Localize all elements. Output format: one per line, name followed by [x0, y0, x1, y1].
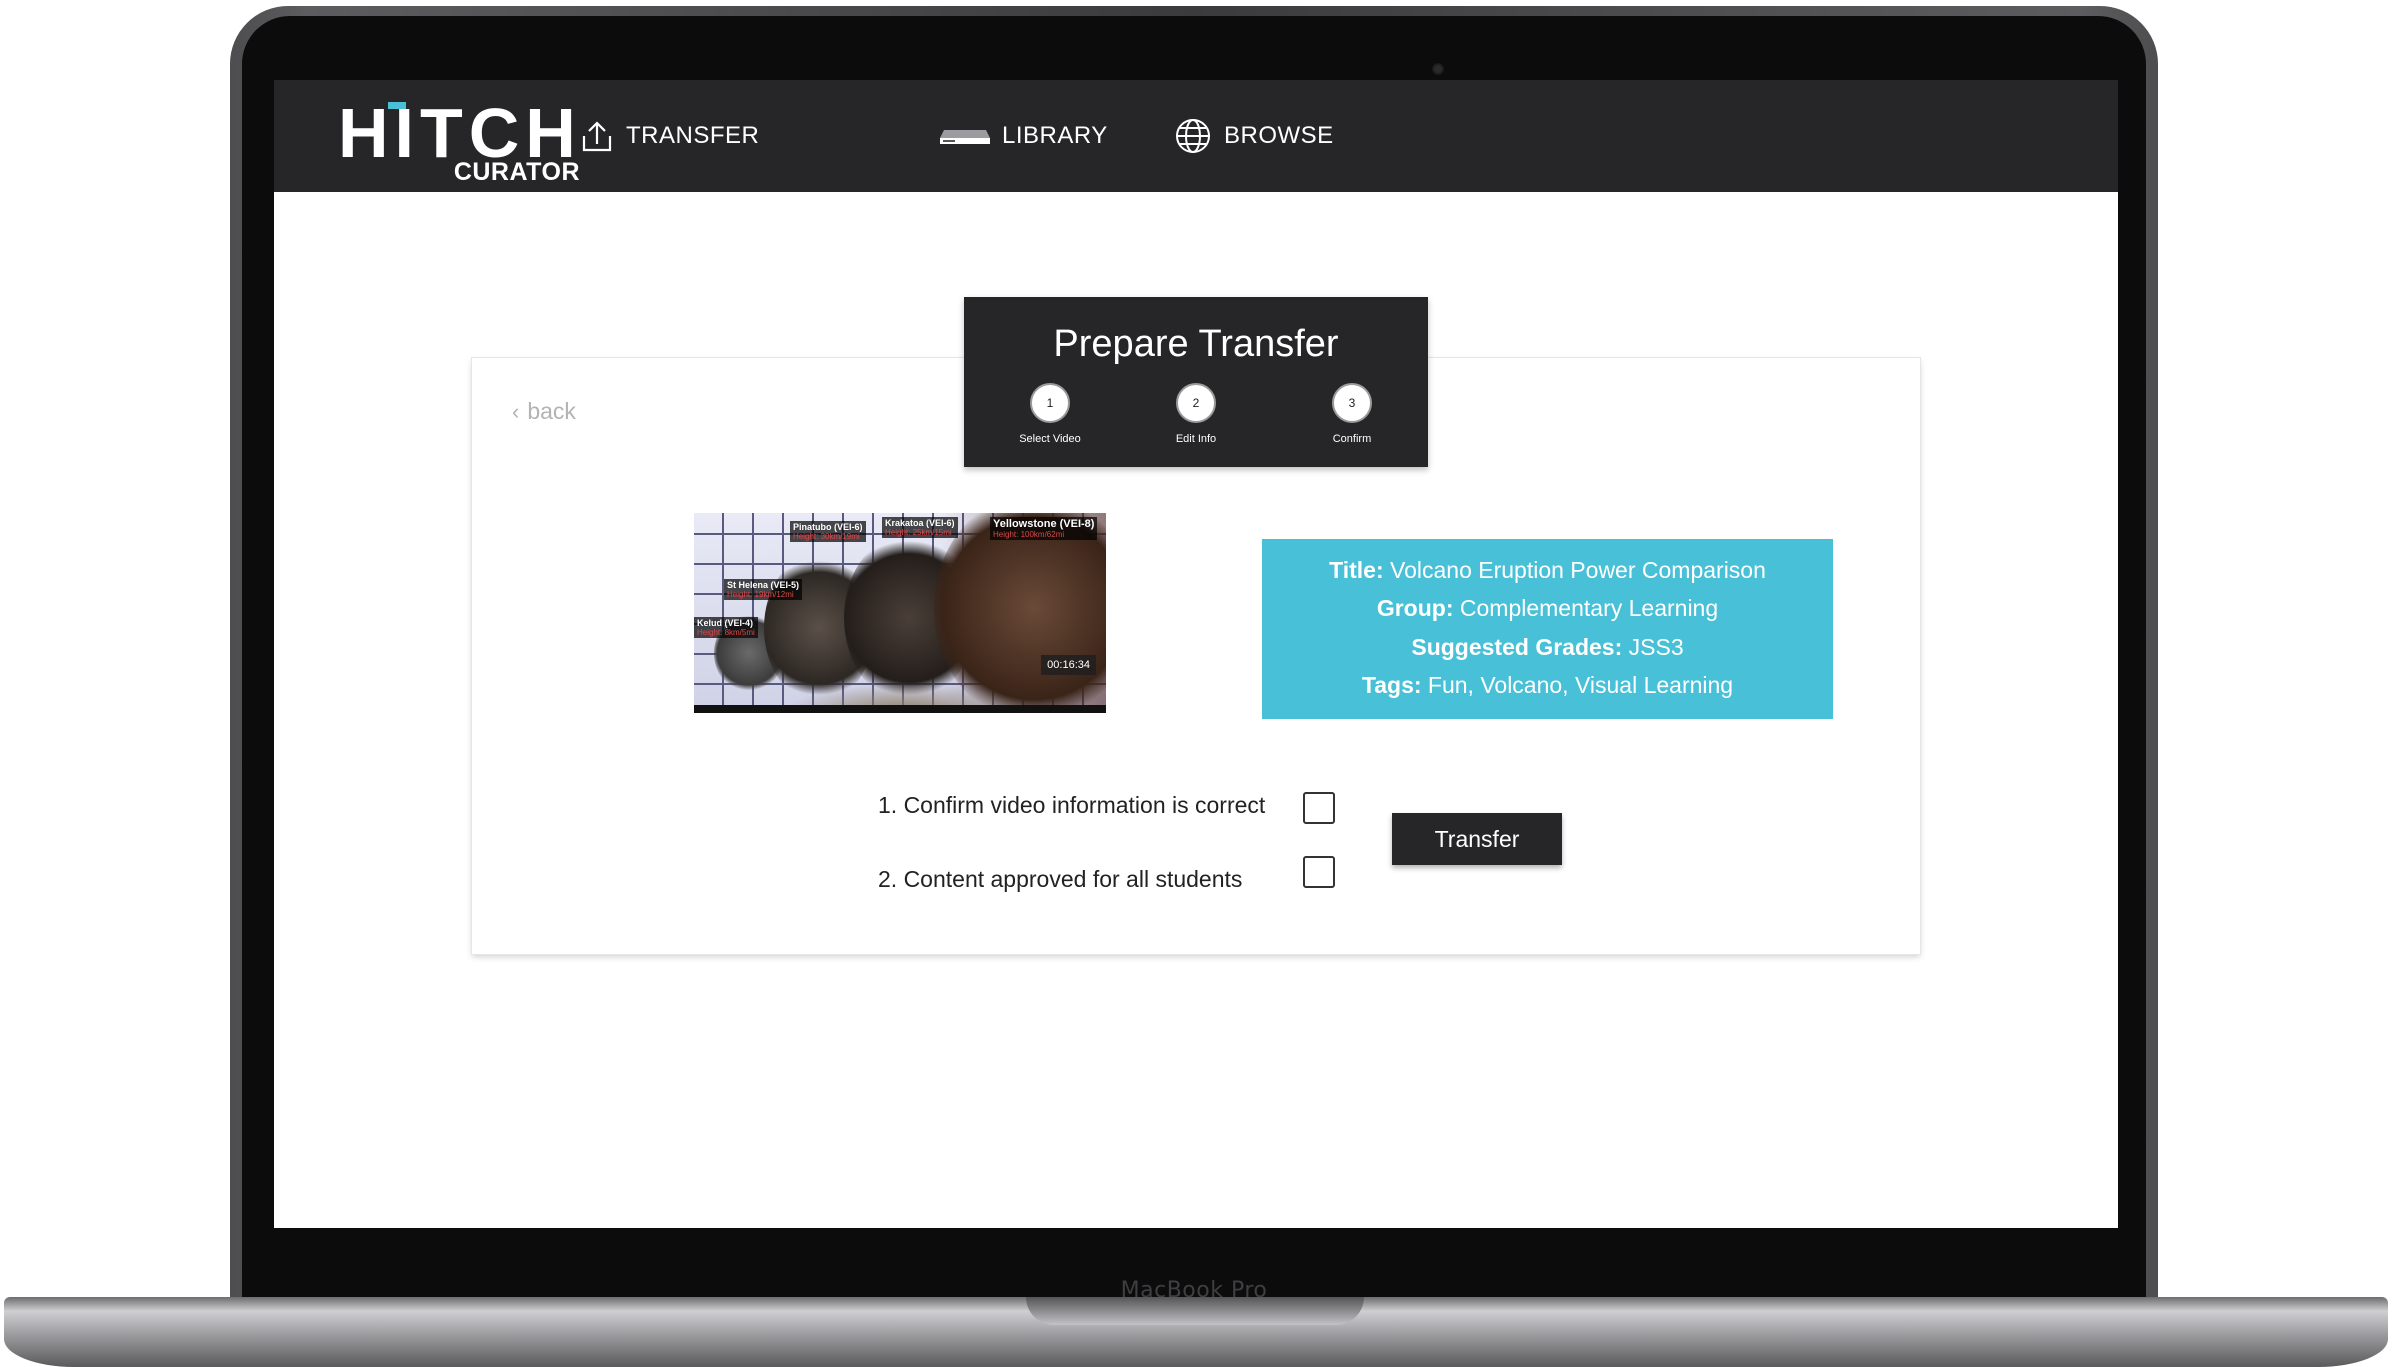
upload-icon: [582, 121, 612, 152]
ash-plume: [934, 513, 1106, 713]
nav-transfer[interactable]: TRANSFER: [580, 116, 759, 156]
step-label: Confirm: [1332, 433, 1372, 445]
content-approved-row: 2. Content approved for all students: [878, 866, 1242, 893]
step-number: 3: [1332, 383, 1372, 423]
content-approved-label: 2. Content approved for all students: [878, 866, 1243, 892]
hitch-curator-logo[interactable]: HITCH CURATOR: [338, 98, 598, 186]
step-edit-info[interactable]: 2 Edit Info: [1136, 383, 1256, 445]
logo-accent-mark: [388, 102, 406, 109]
content-approved-checkbox[interactable]: [1303, 856, 1335, 888]
prepare-transfer-header: Prepare Transfer 1 Select Video 2 Edit I…: [964, 297, 1428, 467]
step-confirm[interactable]: 3 Confirm: [1292, 383, 1412, 445]
video-info-box: Title: Volcano Eruption Power Comparison…: [1262, 539, 1833, 719]
thumbnail-bottom-bar: [694, 705, 1106, 713]
page-title: Prepare Transfer: [1053, 323, 1339, 365]
top-navbar: HITCH CURATOR TRANSFER LIBRARY BROWSE: [274, 80, 2118, 192]
volcano-label: Krakatoa (VEI-6) Height: 25km/15mi: [882, 517, 958, 538]
logo-sub-text: CURATOR: [453, 158, 580, 186]
confirm-info-checkbox[interactable]: [1303, 792, 1335, 824]
back-link[interactable]: ‹ back: [512, 398, 576, 425]
volcano-label: St Helena (VEI-5) Height: 19km/12mi: [724, 579, 803, 600]
step-label: Edit Info: [1175, 433, 1217, 445]
step-select-video[interactable]: 1 Select Video: [990, 383, 1110, 445]
volcano-label: Pinatubo (VEI-6) Height: 30km/19mi: [790, 521, 866, 542]
info-group-row: Group: Complementary Learning: [1376, 595, 1719, 621]
camera-icon: [1432, 63, 1444, 75]
nav-transfer-label: TRANSFER: [626, 122, 760, 149]
step-number: 1: [1030, 383, 1070, 423]
nav-library[interactable]: LIBRARY: [940, 116, 1108, 156]
step-label: Select Video: [1019, 433, 1081, 445]
globe-icon: [1176, 119, 1210, 153]
confirm-info-row: 1. Confirm video information is correct: [878, 792, 1265, 819]
info-tags-row: Tags: Fun, Volcano, Visual Learning: [1361, 672, 1734, 698]
volcano-label: Yellowstone (VEI-8) Height: 100km/62mi: [990, 517, 1098, 540]
confirm-info-label: 1. Confirm video information is correct: [878, 792, 1266, 818]
nav-library-label: LIBRARY: [1002, 122, 1108, 149]
volcano-label: Kelud (VEI-4) Height: 8km/5mi: [694, 617, 758, 638]
nav-browse-label: BROWSE: [1224, 122, 1334, 149]
nav-browse[interactable]: BROWSE: [1174, 116, 1334, 156]
laptop-notch: [1026, 1297, 1364, 1325]
app-screen: HITCH CURATOR TRANSFER LIBRARY BROWSE ‹ …: [274, 80, 2118, 1228]
step-number: 2: [1176, 383, 1216, 423]
hitch-device-icon: [940, 130, 990, 144]
info-grades-row: Suggested Grades: JSS3: [1411, 634, 1684, 660]
video-duration-badge: 00:16:34: [1041, 655, 1096, 675]
video-thumbnail[interactable]: Pinatubo (VEI-6) Height: 30km/19mi Krakat…: [694, 513, 1106, 713]
info-title-row: Title: Volcano Eruption Power Comparison: [1329, 557, 1766, 583]
chevron-left-icon: ‹: [512, 398, 520, 424]
transfer-button[interactable]: Transfer: [1392, 813, 1562, 865]
back-label: back: [527, 398, 576, 424]
